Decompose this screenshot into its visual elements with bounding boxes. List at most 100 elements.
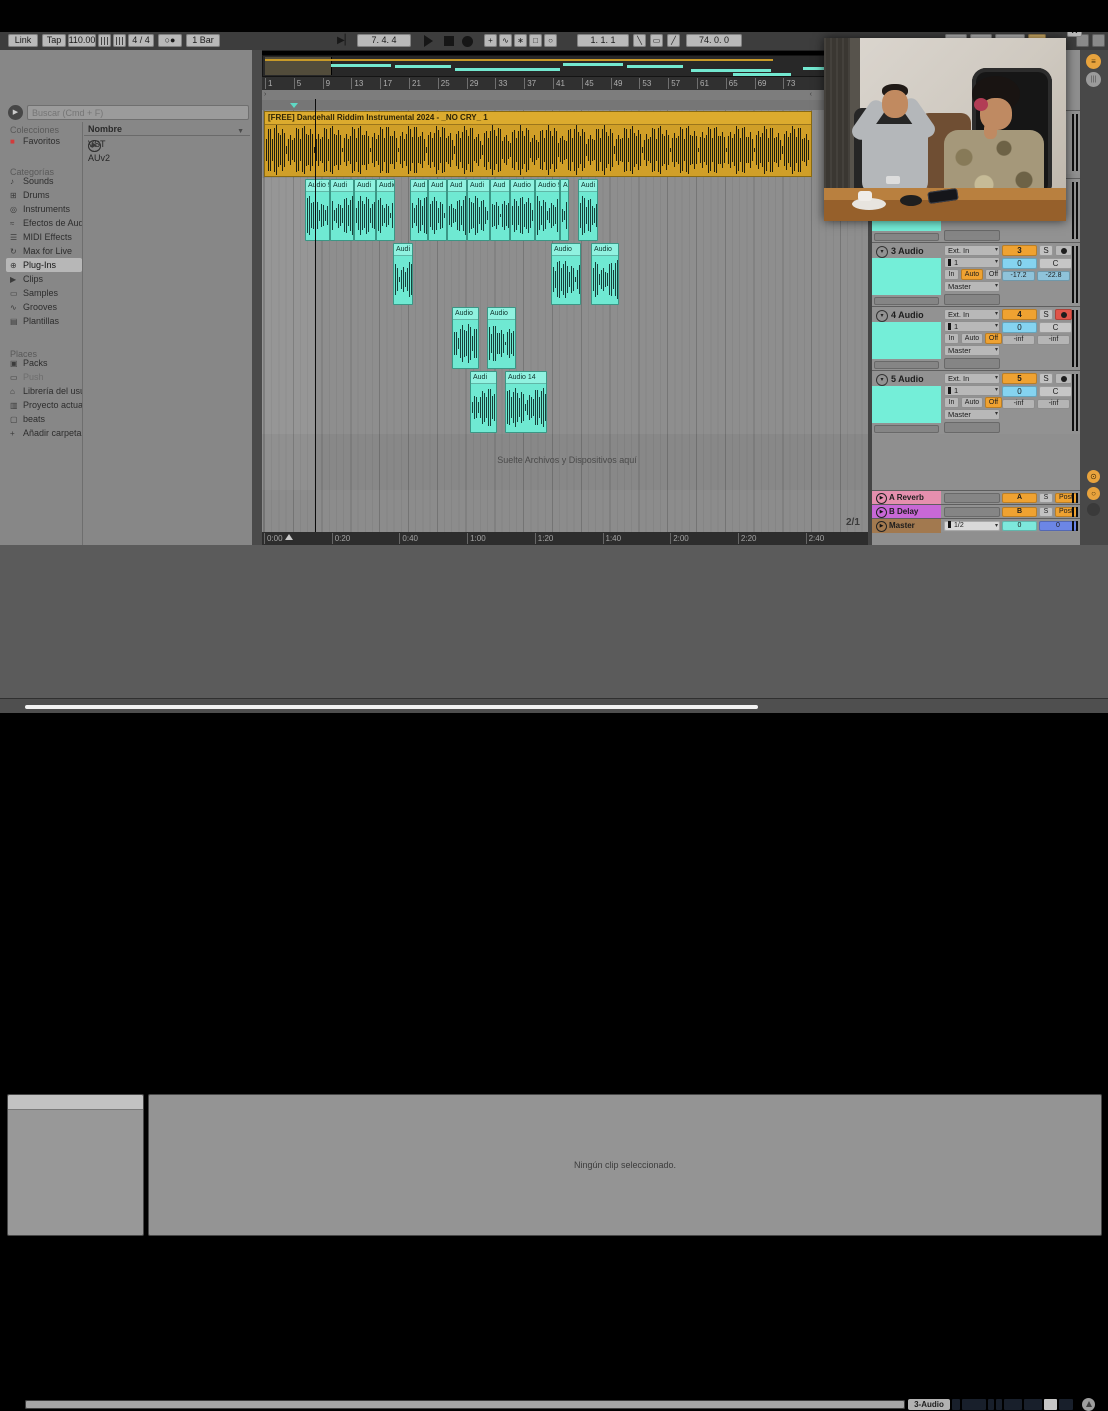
input-select[interactable]: Ext. In ▾ — [944, 245, 1000, 256]
plugin-folder-auv2[interactable]: ▶ AUv2 — [84, 140, 250, 165]
clip-detail-panel[interactable]: Ningún clip seleccionado. — [148, 1094, 1102, 1236]
solo-button[interactable]: S — [1039, 373, 1053, 384]
play-button[interactable] — [424, 35, 433, 47]
arrangement-position-field[interactable]: 7. 4. 4 — [357, 34, 411, 47]
track-delay-box[interactable] — [874, 233, 939, 241]
audio-clip[interactable]: Audio — [591, 243, 619, 305]
panel-divider[interactable] — [252, 50, 262, 545]
output-select[interactable]: Master ▾ — [944, 345, 1000, 356]
audio-clip[interactable]: Audio — [452, 307, 479, 369]
solo-button[interactable]: S — [1039, 309, 1053, 320]
audio-clip[interactable]: Audi — [578, 179, 598, 241]
monitor-in-button[interactable]: In — [944, 397, 959, 408]
follow-clock-icon[interactable]: ⊙ — [1087, 470, 1100, 483]
tap-tempo-button[interactable]: Tap — [42, 34, 66, 47]
name-column-header[interactable]: Nombre ▼ — [84, 122, 250, 136]
sends-box[interactable] — [944, 294, 1000, 305]
audio-clip[interactable]: Audio 9 — [535, 179, 560, 241]
solo-button[interactable]: S — [1039, 493, 1053, 503]
track-name[interactable]: 3 Audio — [891, 246, 924, 256]
punch-in-icon[interactable]: ╲ — [633, 34, 646, 47]
playhead[interactable] — [315, 99, 316, 532]
return-activator-button[interactable]: A — [1002, 493, 1037, 503]
audio-clip[interactable]: Aud — [490, 179, 510, 241]
master-volume-field[interactable]: 0 — [1002, 521, 1037, 531]
channel-select[interactable]: ▾ 1 — [944, 257, 1000, 268]
status-scrub-bar[interactable] — [25, 1400, 905, 1409]
output-select[interactable]: Master ▾ — [944, 281, 1000, 292]
pan-field[interactable]: C — [1039, 322, 1072, 333]
audio-clip[interactable]: Aud — [447, 179, 467, 241]
bar-ruler[interactable]: 1 5 9 13 17 21 25 29 33 37 41 45 49 53 57 61 65 69 73 — [262, 77, 868, 91]
master-track-name[interactable]: Master — [889, 521, 915, 530]
volume-field[interactable]: 0 — [1002, 258, 1037, 269]
monitor-in-button[interactable]: In — [944, 333, 959, 344]
punch-out-icon[interactable]: ╱ — [667, 34, 680, 47]
stop-button[interactable] — [444, 36, 454, 46]
audio-clip[interactable]: Audi — [393, 243, 413, 305]
track-activator-button[interactable]: 3 — [1002, 245, 1037, 256]
sidebar-item-drums[interactable]: ⊞ Drums — [6, 188, 82, 202]
channel-select[interactable]: ▾ 1 — [944, 385, 1000, 396]
audio-clip[interactable]: Aud — [410, 179, 428, 241]
loop-start-field[interactable]: 1. 1. 1 — [577, 34, 629, 47]
follow-button[interactable]: ▶▏ — [337, 35, 352, 47]
sidebar-item-librer-a-del-usu[interactable]: ⌂ Librería del usu — [6, 384, 82, 398]
channel-select[interactable]: ▾ 1 — [944, 321, 1000, 332]
solo-button[interactable]: S — [1039, 507, 1053, 517]
sidebar-item-favoritos[interactable]: ■ Favoritos — [6, 134, 82, 148]
clip-properties-panel[interactable] — [7, 1094, 144, 1236]
track-color-block[interactable] — [872, 386, 941, 423]
meter-value-right[interactable]: -inf — [1037, 399, 1070, 409]
return-io-box[interactable] — [944, 507, 1000, 517]
tempo-field[interactable]: 110.00 — [68, 34, 96, 47]
menu-icon[interactable]: ≡ — [1086, 54, 1101, 69]
return-activator-button[interactable]: B — [1002, 507, 1037, 517]
meter-value-right[interactable]: -22.8 — [1037, 271, 1070, 281]
return-lane-b[interactable] — [262, 504, 868, 519]
audio-clip[interactable]: Audio — [376, 179, 395, 241]
monitor-auto-button[interactable]: Auto — [961, 397, 983, 408]
audio-clip[interactable]: Audio — [551, 243, 581, 305]
return-fold-icon[interactable]: ▶ — [876, 493, 887, 504]
sidebar-item-push[interactable]: ▭ Push — [6, 370, 82, 384]
audio-clip-track1[interactable]: [FREE] Dancehall Riddim Instrumental 202… — [264, 111, 812, 177]
record-button[interactable] — [462, 36, 473, 47]
track-name[interactable]: 5 Audio — [891, 374, 924, 384]
input-select[interactable]: Ext. In ▾ — [944, 309, 1000, 320]
sidebar-item-clips[interactable]: ▶ Clips — [6, 272, 82, 286]
loop-toggle-icon[interactable]: ○ — [1087, 487, 1100, 500]
return-lane-a[interactable] — [262, 490, 868, 505]
audio-clip[interactable]: Aud — [428, 179, 447, 241]
video-progress-bar[interactable] — [25, 705, 758, 709]
metronome-button[interactable]: ○● — [158, 34, 182, 47]
capture-midi-button[interactable]: □ — [529, 34, 542, 47]
meter-value-left[interactable]: -inf — [1002, 335, 1035, 345]
solo-button[interactable]: S — [1039, 245, 1053, 256]
monitor-in-button[interactable]: In — [944, 269, 959, 280]
monitor-auto-button[interactable]: Auto — [961, 269, 983, 280]
input-select[interactable]: Ext. In ▾ — [944, 373, 1000, 384]
arrangement-overview[interactable] — [262, 55, 868, 77]
fold-arrow-icon[interactable]: ▶ — [88, 140, 101, 152]
preview-icon[interactable]: ▶ — [8, 105, 23, 120]
monitor-off-button[interactable]: Off — [985, 333, 1002, 344]
track-io-box[interactable] — [944, 230, 1000, 241]
monitor-off-button[interactable]: Off — [985, 269, 1002, 280]
arm-record-button[interactable] — [1055, 245, 1072, 256]
crossfade-select[interactable]: ▾ 1/2 — [944, 521, 1000, 531]
audio-clip[interactable]: Audi — [330, 179, 354, 241]
time-ruler[interactable]: 0:00 0:20 0:40 1:00 1:20 1:40 2:00 2:20 2:40 — [262, 532, 868, 545]
arm-record-button[interactable] — [1055, 373, 1072, 384]
audio-clip[interactable]: Audi — [354, 179, 376, 241]
track-name[interactable]: 4 Audio — [891, 310, 924, 320]
session-record-button[interactable]: ○ — [544, 34, 557, 47]
track-delay-box[interactable] — [874, 361, 939, 369]
sidebar-item-midi-effects[interactable]: ☰ MIDI Effects — [6, 230, 82, 244]
sidebar-item-grooves[interactable]: ∿ Grooves — [6, 300, 82, 314]
loop-length-field[interactable]: 74. 0. 0 — [686, 34, 742, 47]
pan-field[interactable]: C — [1039, 386, 1072, 397]
monitor-off-button[interactable]: Off — [985, 397, 1002, 408]
meter-value-right[interactable]: -inf — [1037, 335, 1070, 345]
master-fold-icon[interactable]: ▶ — [876, 521, 887, 532]
